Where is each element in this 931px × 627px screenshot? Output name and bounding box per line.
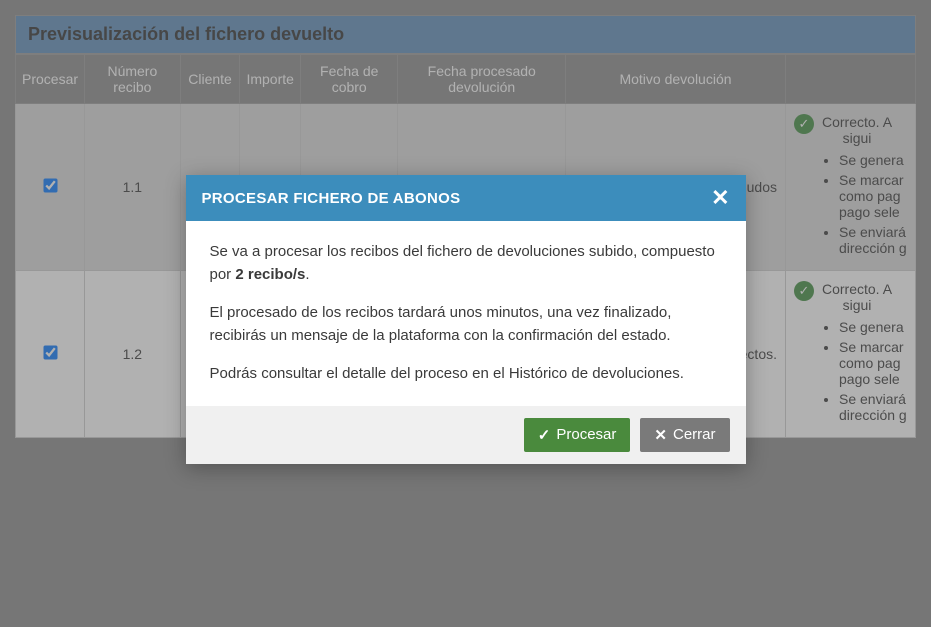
modal-title: PROCESAR FICHERO DE ABONOS <box>202 190 461 207</box>
modal-paragraph: El procesado de los recibos tardará unos… <box>210 302 722 347</box>
close-icon: ✕ <box>654 426 667 444</box>
modal-header: PROCESAR FICHERO DE ABONOS ✕ <box>186 175 746 221</box>
close-icon[interactable]: ✕ <box>711 187 729 209</box>
procesar-label: Procesar <box>556 426 616 443</box>
check-icon: ✓ <box>538 426 551 444</box>
modal-body: Se va a procesar los recibos del fichero… <box>186 221 746 406</box>
modal-dialog: PROCESAR FICHERO DE ABONOS ✕ Se va a pro… <box>186 175 746 464</box>
modal-paragraph: Se va a procesar los recibos del fichero… <box>210 241 722 286</box>
modal-footer: ✓ Procesar ✕ Cerrar <box>186 406 746 464</box>
cerrar-label: Cerrar <box>673 426 716 443</box>
modal-paragraph: Podrás consultar el detalle del proceso … <box>210 363 722 386</box>
cerrar-button[interactable]: ✕ Cerrar <box>640 418 729 452</box>
procesar-button[interactable]: ✓ Procesar <box>524 418 631 452</box>
modal-overlay[interactable]: PROCESAR FICHERO DE ABONOS ✕ Se va a pro… <box>0 0 931 627</box>
